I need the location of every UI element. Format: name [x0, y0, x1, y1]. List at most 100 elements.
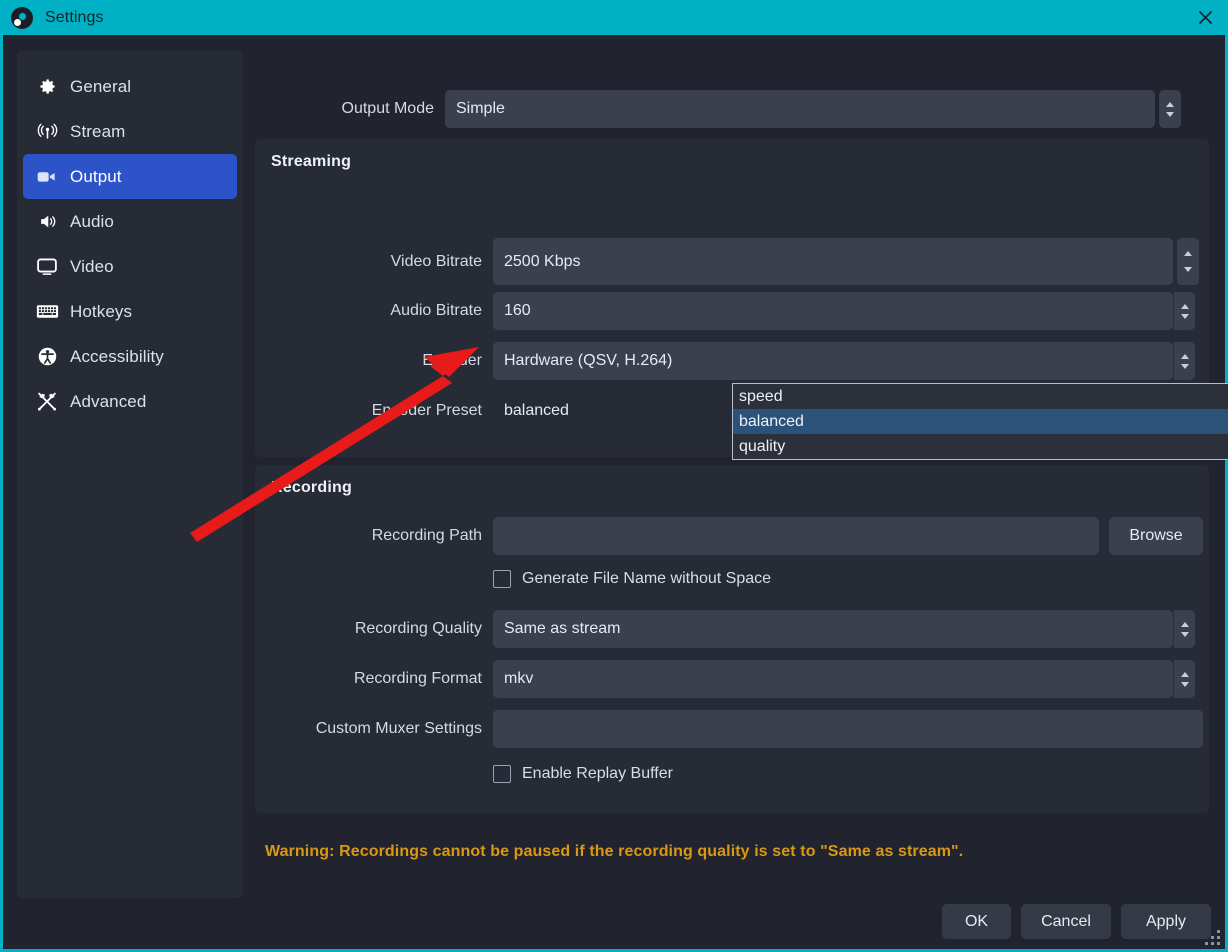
chevron-down-icon — [1180, 681, 1189, 687]
sidebar-item-label: Audio — [70, 211, 114, 231]
client-area: General Stream Output Audio Video Hotkey… — [3, 35, 1228, 949]
sidebar-item-audio[interactable]: Audio — [23, 199, 237, 244]
sidebar-item-label: Stream — [70, 121, 126, 141]
apply-button[interactable]: Apply — [1121, 904, 1211, 939]
encoder-stepper[interactable] — [1173, 342, 1195, 380]
custom-muxer-label: Custom Muxer Settings — [315, 720, 482, 737]
generate-file-name-row[interactable]: Generate File Name without Space — [493, 570, 771, 588]
generate-file-name-label: Generate File Name without Space — [522, 570, 772, 587]
video-bitrate-stepper[interactable] — [1177, 238, 1199, 285]
sidebar-item-label: General — [70, 76, 132, 96]
encoder-preset-label: Encoder Preset — [371, 402, 482, 419]
dropdown-option-quality[interactable]: quality — [733, 434, 1228, 459]
settings-content: Output Mode Simple Streaming Video Bitra… — [251, 43, 1228, 903]
sidebar-item-stream[interactable]: Stream — [23, 109, 237, 154]
streaming-section-title: Streaming — [271, 153, 352, 170]
sidebar-item-advanced[interactable]: Advanced — [23, 379, 237, 424]
output-mode-label: Output Mode — [341, 100, 435, 117]
output-mode-value: Simple — [456, 100, 505, 117]
obs-logo-icon — [11, 6, 33, 29]
output-mode-stepper[interactable] — [1159, 90, 1181, 128]
sidebar-item-label: Accessibility — [70, 346, 164, 366]
ok-button[interactable]: OK — [942, 904, 1011, 939]
chevron-down-icon — [1166, 111, 1174, 117]
recording-section: Recording Recording Path Browse Generate… — [255, 465, 1209, 813]
encoder-preset-value: balanced — [504, 402, 569, 419]
encoder-select[interactable]: Hardware (QSV, H.264) — [493, 342, 1173, 380]
enable-replay-buffer-checkbox[interactable] — [493, 765, 511, 783]
recording-format-row: Recording Format mkv — [255, 660, 1209, 698]
recording-path-input[interactable] — [493, 517, 1099, 555]
window-title: Settings — [45, 8, 104, 26]
cancel-button[interactable]: Cancel — [1021, 904, 1111, 939]
audio-bitrate-value: 160 — [504, 302, 531, 319]
sidebar-item-output[interactable]: Output — [23, 154, 237, 199]
recording-quality-select[interactable]: Same as stream — [493, 610, 1173, 648]
audio-bitrate-stepper[interactable] — [1173, 292, 1195, 330]
sidebar-item-video[interactable]: Video — [23, 244, 237, 289]
generate-file-name-checkbox[interactable] — [493, 570, 511, 588]
dropdown-option-label: speed — [739, 387, 783, 405]
dropdown-option-label: quality — [739, 437, 786, 455]
recording-format-label: Recording Format — [353, 670, 482, 687]
chevron-up-icon — [1180, 671, 1189, 677]
recording-format-select[interactable]: mkv — [493, 660, 1173, 698]
custom-muxer-row: Custom Muxer Settings — [255, 710, 1209, 748]
output-mode-row: Output Mode Simple — [251, 90, 1213, 128]
resize-grip[interactable] — [1205, 930, 1220, 945]
title-bar[interactable]: Settings — [0, 0, 1228, 35]
chevron-up-icon — [1180, 353, 1189, 359]
sidebar-item-hotkeys[interactable]: Hotkeys — [23, 289, 237, 334]
ok-button-label: OK — [964, 912, 989, 930]
recording-quality-value: Same as stream — [504, 620, 621, 637]
recording-path-row: Recording Path Browse — [255, 517, 1209, 555]
chevron-down-icon — [1180, 313, 1189, 319]
settings-sidebar: General Stream Output Audio Video Hotkey… — [17, 50, 243, 898]
recording-quality-row: Recording Quality Same as stream — [255, 610, 1209, 648]
encoder-preset-dropdown[interactable]: speed balanced quality — [732, 383, 1228, 460]
chevron-down-icon — [1184, 267, 1192, 272]
recording-quality-stepper[interactable] — [1173, 610, 1195, 648]
gear-icon — [32, 77, 62, 96]
sidebar-item-general[interactable]: General — [23, 64, 237, 109]
browse-button-label: Browse — [1129, 527, 1183, 544]
custom-muxer-input[interactable] — [493, 710, 1203, 748]
audio-bitrate-select[interactable]: 160 — [493, 292, 1173, 330]
chevron-up-icon — [1180, 621, 1189, 627]
chevron-up-icon — [1184, 251, 1192, 256]
recording-format-value: mkv — [504, 670, 534, 687]
audio-bitrate-row: Audio Bitrate 160 — [255, 292, 1209, 330]
chevron-up-icon — [1166, 101, 1174, 107]
broadcast-icon — [32, 122, 62, 141]
chevron-down-icon — [1180, 363, 1189, 369]
enable-replay-buffer-label: Enable Replay Buffer — [522, 765, 673, 782]
video-bitrate-input[interactable]: 2500 Kbps — [493, 238, 1173, 285]
sidebar-item-label: Advanced — [70, 391, 147, 411]
video-bitrate-row: Video Bitrate 2500 Kbps — [255, 238, 1209, 285]
recording-format-stepper[interactable] — [1173, 660, 1195, 698]
close-icon[interactable] — [1182, 0, 1228, 35]
sidebar-item-accessibility[interactable]: Accessibility — [23, 334, 237, 379]
settings-window: Settings General Stream Output Audio Vid… — [0, 0, 1228, 952]
speaker-icon — [32, 212, 62, 231]
audio-bitrate-label: Audio Bitrate — [390, 302, 482, 319]
apply-button-label: Apply — [1145, 912, 1187, 930]
dialog-footer: OK Cancel Apply — [942, 904, 1211, 939]
dropdown-option-label: balanced — [739, 412, 804, 430]
encoder-row: Encoder Hardware (QSV, H.264) — [255, 342, 1209, 380]
encoder-label: Encoder — [422, 352, 482, 369]
enable-replay-buffer-row[interactable]: Enable Replay Buffer — [493, 765, 673, 783]
sidebar-item-label: Video — [70, 256, 114, 276]
chevron-up-icon — [1180, 303, 1189, 309]
dropdown-option-speed[interactable]: speed — [733, 384, 1228, 409]
recording-path-label: Recording Path — [371, 527, 482, 544]
video-output-icon — [32, 167, 62, 186]
cancel-button-label: Cancel — [1041, 912, 1091, 930]
dropdown-option-balanced[interactable]: balanced — [733, 409, 1228, 434]
chevron-down-icon — [1180, 631, 1189, 637]
video-bitrate-label: Video Bitrate — [390, 252, 482, 270]
recording-quality-label: Recording Quality — [354, 620, 482, 637]
output-mode-select[interactable]: Simple — [445, 90, 1155, 128]
browse-button[interactable]: Browse — [1109, 517, 1203, 555]
tools-icon — [32, 391, 62, 412]
